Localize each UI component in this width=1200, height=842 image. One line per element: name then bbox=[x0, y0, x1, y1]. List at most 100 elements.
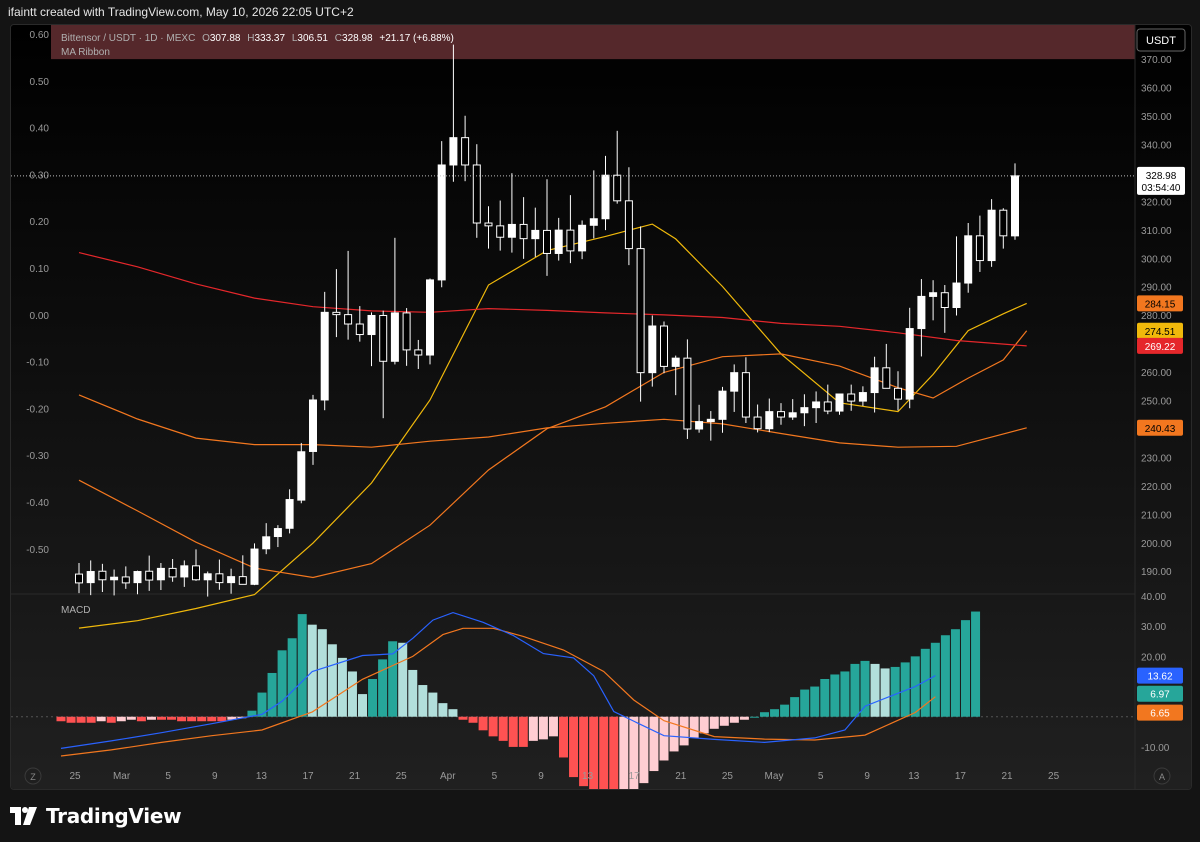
macd-hist-bar bbox=[136, 716, 146, 722]
ma-badge: 284.15 bbox=[1137, 295, 1183, 312]
candle-body bbox=[975, 235, 984, 262]
price-tick-label: 230.00 bbox=[1141, 453, 1172, 464]
candle-body bbox=[86, 571, 95, 584]
signal-value-badge-text: 6.65 bbox=[1150, 709, 1170, 720]
candle-body bbox=[320, 311, 329, 401]
candle-body bbox=[192, 565, 200, 581]
percent-tick-label: 0.10 bbox=[30, 264, 50, 275]
candle-body bbox=[917, 295, 926, 330]
candle-body bbox=[437, 164, 446, 281]
macd-hist-bar bbox=[739, 716, 749, 720]
macd-hist-bar bbox=[649, 716, 659, 772]
time-tick-label: 5 bbox=[818, 771, 824, 782]
candle-body bbox=[741, 372, 750, 418]
price-tick-label: 280.00 bbox=[1141, 311, 1172, 322]
time-tick-label: 21 bbox=[675, 771, 687, 782]
macd-hist-bar bbox=[860, 660, 870, 717]
histogram-value-badge-text: 6.97 bbox=[1150, 690, 1170, 701]
macd-hist-bar bbox=[609, 716, 619, 789]
currency-button[interactable]: USDT bbox=[1136, 28, 1186, 52]
time-tick-label: 25 bbox=[722, 771, 734, 782]
macd-hist-bar bbox=[619, 716, 629, 789]
macd-hist-bar bbox=[950, 629, 960, 717]
time-tick-label: 17 bbox=[629, 771, 641, 782]
time-tick-label: 17 bbox=[302, 771, 314, 782]
legend-symbol: Bittensor / USDT · 1D · MEXC bbox=[61, 33, 195, 44]
candle-body bbox=[554, 229, 563, 254]
chart-svg[interactable]: 0.600.500.400.300.200.100.00-0.10-0.20-0… bbox=[11, 25, 1191, 789]
macd-hist-bar bbox=[96, 716, 106, 722]
signal-value-badge: 6.65 bbox=[1137, 704, 1183, 721]
last-price-badge: 328.9803:54:40 bbox=[1137, 166, 1185, 195]
time-tick-label: 21 bbox=[349, 771, 361, 782]
candle-body bbox=[835, 393, 844, 412]
candle-body bbox=[695, 421, 704, 430]
macd-hist-bar bbox=[538, 716, 548, 740]
chart-frame[interactable]: 0.60 0.50 0.40 0.30 0.20 0.10 0.00 -0.10 -0.20 -0… bbox=[10, 24, 1192, 790]
candle-body bbox=[1011, 175, 1019, 237]
time-tick-label: 5 bbox=[165, 771, 171, 782]
legend-low: 306.51 bbox=[297, 33, 328, 44]
macd-hist-bar bbox=[468, 716, 478, 723]
time-tick-label: 13 bbox=[908, 771, 920, 782]
macd-hist-bar bbox=[177, 716, 187, 722]
price-tick-label: 260.00 bbox=[1141, 368, 1172, 379]
zoom-icon[interactable]: Z bbox=[24, 767, 42, 785]
ma-badge-text: 284.15 bbox=[1145, 299, 1176, 310]
macd-hist-bar bbox=[890, 666, 900, 717]
legend-open: 307.88 bbox=[210, 33, 241, 44]
legend-close-label: C bbox=[335, 33, 342, 44]
macd-hist-bar bbox=[830, 674, 840, 717]
price-tick-label: 190.00 bbox=[1141, 567, 1172, 578]
legend-high-label: H bbox=[247, 33, 254, 44]
macd-hist-bar bbox=[689, 716, 699, 738]
candle-body bbox=[227, 576, 236, 584]
candle-body bbox=[297, 451, 306, 501]
chart-background bbox=[11, 25, 1191, 789]
candle-body bbox=[168, 567, 177, 578]
time-tick-label: 21 bbox=[1001, 771, 1013, 782]
candle-body bbox=[940, 292, 949, 309]
candle-body bbox=[250, 548, 259, 585]
macd-hist-bar bbox=[930, 642, 940, 717]
candle-body bbox=[671, 357, 680, 367]
candle-body bbox=[660, 325, 668, 367]
candle-body bbox=[929, 292, 938, 297]
macd-value-badge-text: 13.62 bbox=[1147, 672, 1172, 683]
price-tick-label: 220.00 bbox=[1141, 482, 1172, 493]
macd-hist-bar bbox=[116, 716, 126, 722]
candle-body bbox=[121, 576, 130, 584]
svg-text:A: A bbox=[1159, 772, 1165, 782]
candle-body bbox=[273, 528, 282, 538]
header-bar: ifaintt created with TradingView.com, Ma… bbox=[0, 0, 1200, 24]
ma-badge-text: 240.43 bbox=[1145, 424, 1176, 435]
time-tick-label: Mar bbox=[113, 771, 131, 782]
candle-body bbox=[730, 372, 739, 392]
candle-body bbox=[344, 314, 353, 325]
svg-text:Z: Z bbox=[30, 772, 36, 782]
auto-scale-icon[interactable]: A bbox=[1153, 767, 1171, 785]
ma-badge-text: 269.22 bbox=[1145, 342, 1176, 353]
macd-hist-bar bbox=[106, 716, 116, 723]
candle-body bbox=[75, 573, 83, 584]
time-tick-label: 9 bbox=[538, 771, 544, 782]
macd-hist-bar bbox=[548, 716, 558, 737]
macd-hist-bar bbox=[770, 709, 780, 717]
price-tick-label: 370.00 bbox=[1141, 55, 1172, 66]
price-tick-label: 360.00 bbox=[1141, 84, 1172, 95]
time-tick-label: 17 bbox=[955, 771, 967, 782]
macd-hist-bar bbox=[850, 663, 860, 717]
candle-body bbox=[309, 399, 317, 452]
legend-high: 333.37 bbox=[254, 33, 285, 44]
time-tick-label: Apr bbox=[440, 771, 456, 782]
candle-body bbox=[215, 573, 224, 584]
macd-hist-bar bbox=[820, 679, 830, 717]
macd-hist-bar bbox=[197, 716, 207, 722]
macd-legend: MACD bbox=[61, 605, 90, 616]
brand-name: TradingView bbox=[46, 804, 182, 828]
price-tick-label: 320.00 bbox=[1141, 197, 1172, 208]
candle-body bbox=[472, 164, 481, 224]
time-tick-label: 25 bbox=[69, 771, 81, 782]
macd-hist-bar bbox=[719, 716, 729, 726]
footer-brand: TradingView bbox=[10, 800, 182, 832]
